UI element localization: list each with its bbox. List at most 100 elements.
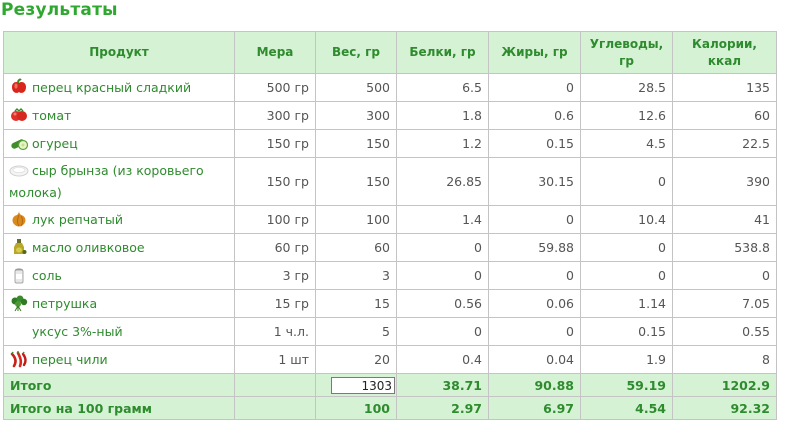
col-header-weight: Вес, гр — [315, 31, 397, 74]
per100-measure-cell — [234, 396, 316, 420]
weight-cell: 100 — [315, 205, 397, 234]
carbs-cell: 1.14 — [580, 289, 673, 318]
col-header-protein: Белки, гр — [396, 31, 489, 74]
fat-cell: 0.15 — [488, 129, 581, 158]
table-row: уксус 3%-ный 1 ч.л. 5 0 0 0.15 0.55 — [3, 317, 777, 346]
calories-cell: 7.05 — [672, 289, 777, 318]
header-row: Продукт Мера Вес, гр Белки, гр Жиры, гр … — [3, 31, 777, 74]
product-cell: перец чили — [3, 345, 235, 374]
product-link[interactable]: петрушка — [32, 296, 97, 311]
carbs-cell: 12.6 — [580, 101, 673, 130]
per100-label: Итого на 100 грамм — [3, 396, 235, 420]
col-header-fat: Жиры, гр — [488, 31, 581, 74]
table-row: масло оливковое 60 гр 60 0 59.88 0 538.8 — [3, 233, 777, 262]
measure-cell: 300 гр — [234, 101, 316, 130]
carbs-cell: 4.5 — [580, 129, 673, 158]
calories-cell: 60 — [672, 101, 777, 130]
measure-cell: 1 ч.л. — [234, 317, 316, 346]
carbs-cell: 0.15 — [580, 317, 673, 346]
protein-cell: 1.4 — [396, 205, 489, 234]
total-label: Итого — [3, 373, 235, 397]
results-table: Продукт Мера Вес, гр Белки, гр Жиры, гр … — [3, 31, 777, 420]
table-row: томат 300 гр 300 1.8 0.6 12.6 60 — [3, 101, 777, 130]
measure-cell: 1 шт — [234, 345, 316, 374]
tomato-icon — [9, 106, 29, 124]
parsley-icon — [9, 294, 29, 312]
weight-cell: 300 — [315, 101, 397, 130]
table-row: лук репчатый 100 гр 100 1.4 0 10.4 41 — [3, 205, 777, 234]
product-cell: огурец — [3, 129, 235, 158]
carbs-cell: 10.4 — [580, 205, 673, 234]
protein-cell: 0 — [396, 261, 489, 290]
onion-icon — [9, 210, 29, 228]
calories-cell: 8 — [672, 345, 777, 374]
calories-cell: 538.8 — [672, 233, 777, 262]
protein-cell: 26.85 — [396, 157, 489, 206]
product-cell: соль — [3, 261, 235, 290]
measure-cell: 60 гр — [234, 233, 316, 262]
total-fat: 90.88 — [488, 373, 581, 397]
table-row: перец чили 1 шт 20 0.4 0.04 1.9 8 — [3, 345, 777, 374]
calories-cell: 22.5 — [672, 129, 777, 158]
product-cell: перец красный сладкий — [3, 73, 235, 102]
salt-icon — [9, 266, 29, 284]
col-header-measure: Мера — [234, 31, 316, 74]
protein-cell: 0 — [396, 233, 489, 262]
calories-cell: 0 — [672, 261, 777, 290]
carbs-cell: 28.5 — [580, 73, 673, 102]
carbs-cell: 0 — [580, 157, 673, 206]
total-carbs: 59.19 — [580, 373, 673, 397]
fat-cell: 0.04 — [488, 345, 581, 374]
cheese-icon — [9, 161, 29, 179]
protein-cell: 1.8 — [396, 101, 489, 130]
product-cell: сыр брынза (из коровьего молока) — [3, 157, 235, 206]
total-calories: 1202.9 — [672, 373, 777, 397]
product-cell: уксус 3%-ный — [3, 317, 235, 346]
product-link[interactable]: томат — [32, 108, 71, 123]
fat-cell: 0 — [488, 73, 581, 102]
table-row: огурец 150 гр 150 1.2 0.15 4.5 22.5 — [3, 129, 777, 158]
weight-cell: 500 — [315, 73, 397, 102]
product-link[interactable]: перец чили — [32, 352, 108, 367]
per100-protein: 2.97 — [396, 396, 489, 420]
total-measure-cell — [234, 373, 316, 397]
table-row: соль 3 гр 3 0 0 0 0 — [3, 261, 777, 290]
product-link[interactable]: сыр брынза (из коровьего молока) — [9, 163, 204, 200]
cucumber-icon — [9, 134, 29, 152]
chili-icon — [9, 350, 29, 368]
table-row: петрушка 15 гр 15 0.56 0.06 1.14 7.05 — [3, 289, 777, 318]
calories-cell: 41 — [672, 205, 777, 234]
red-pepper-icon — [9, 78, 29, 96]
fat-cell: 0 — [488, 261, 581, 290]
carbs-cell: 0 — [580, 233, 673, 262]
product-link[interactable]: соль — [32, 268, 62, 283]
fat-cell: 30.15 — [488, 157, 581, 206]
calories-cell: 390 — [672, 157, 777, 206]
per100-weight: 100 — [315, 396, 397, 420]
page-title: Результаты — [1, 0, 118, 20]
product-cell: томат — [3, 101, 235, 130]
protein-cell: 0 — [396, 317, 489, 346]
measure-cell: 500 гр — [234, 73, 316, 102]
product-link[interactable]: огурец — [32, 136, 78, 151]
total-weight-cell: 1303 — [315, 373, 397, 397]
weight-cell: 150 — [315, 129, 397, 158]
product-link[interactable]: лук репчатый — [32, 212, 123, 227]
protein-cell: 1.2 — [396, 129, 489, 158]
weight-cell: 5 — [315, 317, 397, 346]
product-link[interactable]: масло оливковое — [32, 240, 145, 255]
protein-cell: 6.5 — [396, 73, 489, 102]
product-link[interactable]: уксус 3%-ный — [32, 324, 123, 339]
per100-fat: 6.97 — [488, 396, 581, 420]
weight-cell: 150 — [315, 157, 397, 206]
measure-cell: 150 гр — [234, 129, 316, 158]
product-link[interactable]: перец красный сладкий — [32, 80, 191, 95]
calories-cell: 135 — [672, 73, 777, 102]
fat-cell: 0 — [488, 317, 581, 346]
table-row: сыр брынза (из коровьего молока) 150 гр … — [3, 157, 777, 206]
product-cell: лук репчатый — [3, 205, 235, 234]
fat-cell: 0 — [488, 205, 581, 234]
total-protein: 38.71 — [396, 373, 489, 397]
calories-cell: 0.55 — [672, 317, 777, 346]
total-weight-input[interactable]: 1303 — [331, 376, 395, 394]
